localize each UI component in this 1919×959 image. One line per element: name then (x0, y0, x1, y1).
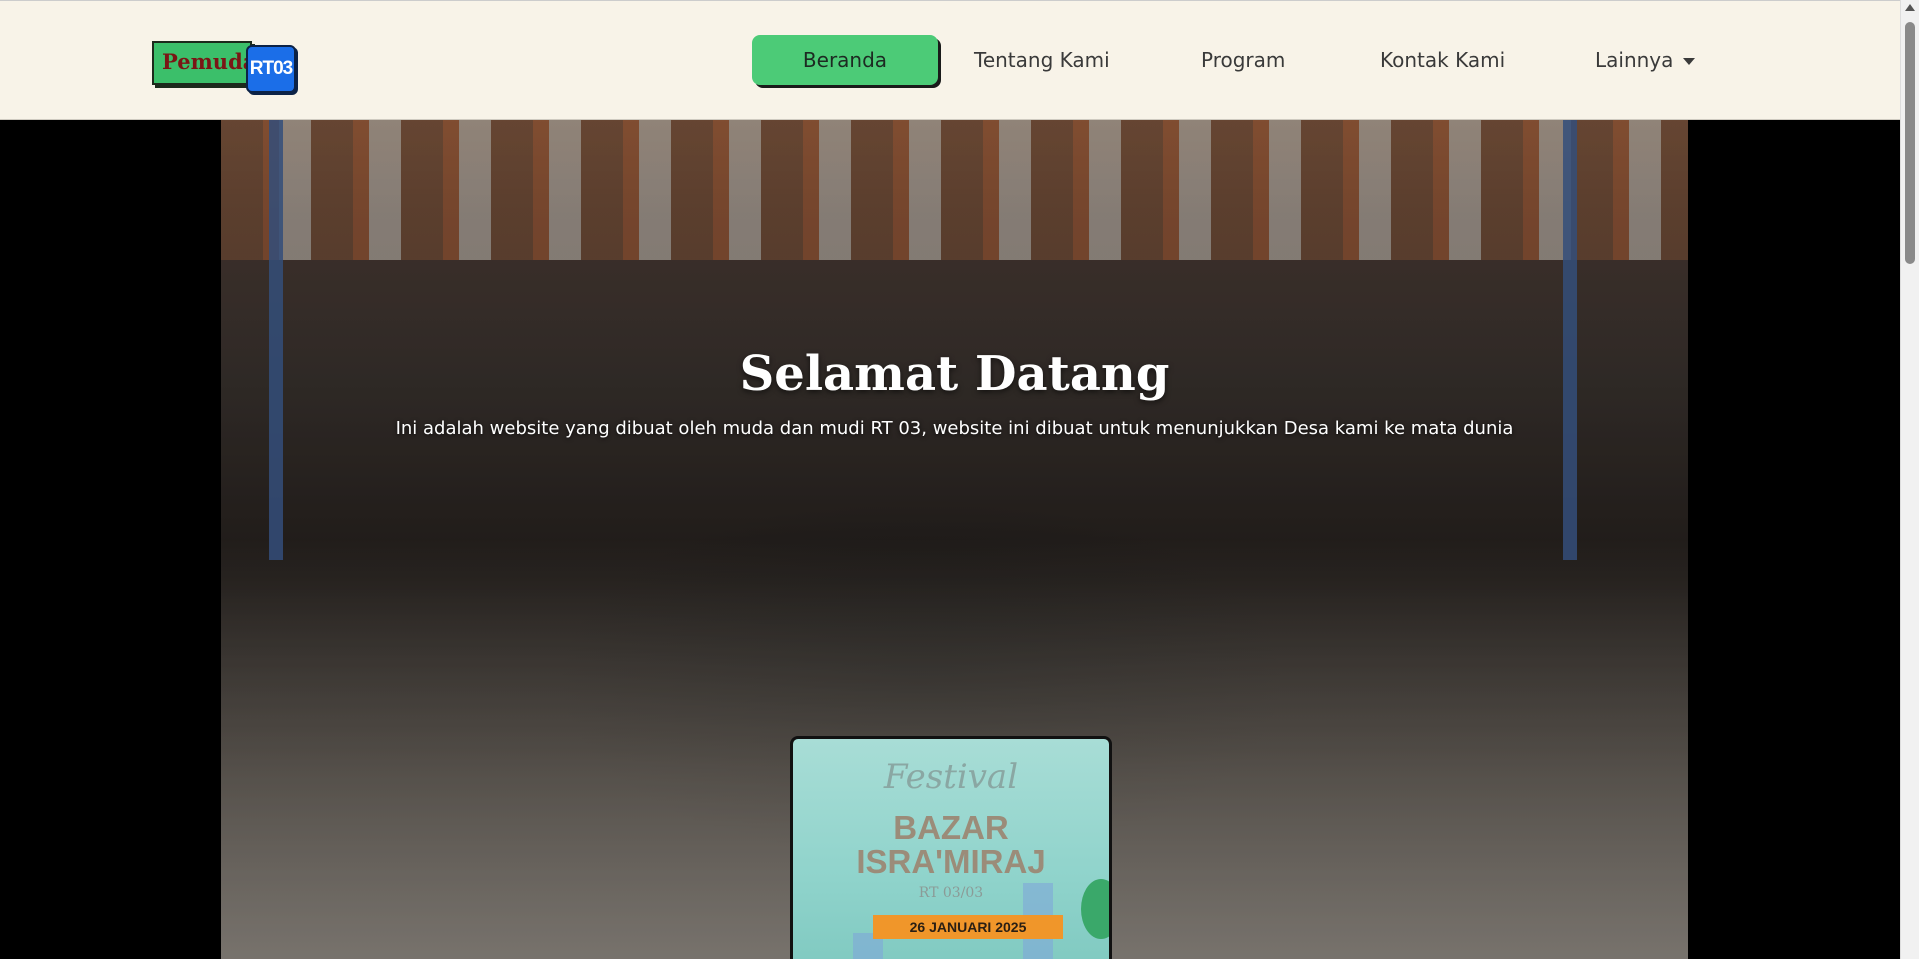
scrollbar-thumb[interactable] (1905, 22, 1915, 264)
poster-script-text: Festival (883, 757, 1019, 797)
poster-rt-label: RT 03/03 (918, 885, 984, 901)
brand-logo-rt: RT03 (246, 45, 296, 93)
nav-beranda[interactable]: Beranda (752, 35, 938, 85)
nav-lainnya-label: Lainnya (1595, 48, 1674, 72)
hero-banner: Selamat Datang Ini adalah website yang d… (221, 120, 1688, 959)
nav-tentang-kami[interactable]: Tentang Kami (974, 35, 1110, 85)
poster-title-line1: BAZAR (893, 809, 1009, 846)
brand-logo-pemuda: Pemuda (152, 41, 256, 85)
brand-logo[interactable]: Pemuda RT03 (152, 41, 296, 93)
scroll-up-icon[interactable] (1905, 4, 1915, 11)
poster-title: BAZAR ISRA'MIRAJ (793, 811, 1109, 879)
nav-program[interactable]: Program (1201, 35, 1285, 85)
navbar: Pemuda RT03 Beranda Tentang Kami Program… (0, 0, 1900, 120)
hero-title: Selamat Datang (739, 346, 1170, 402)
page-scrollbar[interactable] (1900, 0, 1919, 959)
caret-down-icon (1683, 58, 1696, 65)
event-poster-card[interactable]: Festival BAZAR ISRA'MIRAJ RT 03/03 26 JA… (790, 736, 1112, 959)
nav-lainnya-dropdown[interactable]: Lainnya (1595, 35, 1696, 85)
poster-date-banner: 26 JANUARI 2025 (873, 915, 1063, 939)
nav-kontak-kami[interactable]: Kontak Kami (1380, 35, 1505, 85)
hero-subtitle: Ini adalah website yang dibuat oleh muda… (395, 418, 1514, 439)
poster-title-line2: ISRA'MIRAJ (856, 843, 1046, 880)
